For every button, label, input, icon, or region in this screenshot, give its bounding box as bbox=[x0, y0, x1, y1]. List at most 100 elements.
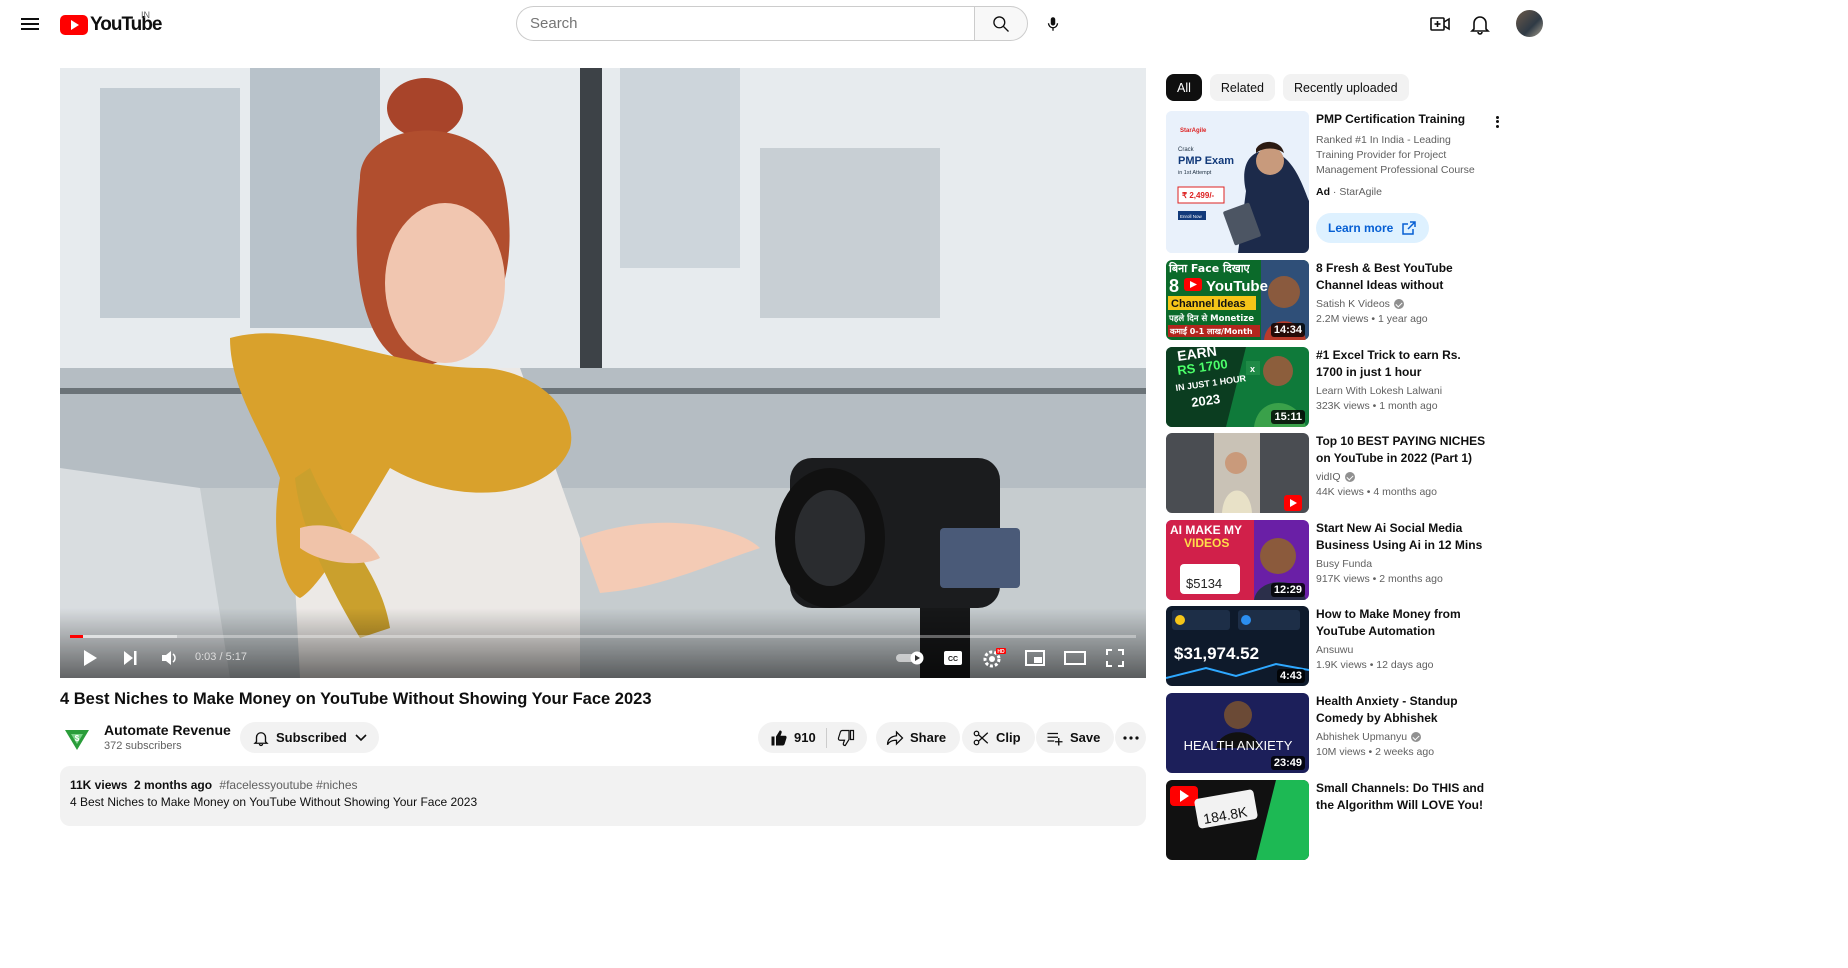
video-title[interactable]: Health Anxiety - Standup Comedy by Abhis… bbox=[1316, 693, 1488, 727]
clip-button[interactable]: Clip bbox=[962, 722, 1035, 753]
subscribed-button[interactable]: Subscribed bbox=[240, 722, 379, 753]
progress-played bbox=[70, 635, 83, 638]
more-actions-button[interactable] bbox=[1115, 722, 1146, 753]
video-title[interactable]: Start New Ai Social Media Business Using… bbox=[1316, 520, 1488, 554]
list-item[interactable]: बिना Face दिखाए 8 YouTube Channel Ideas … bbox=[1166, 260, 1506, 342]
captions-button[interactable]: CC bbox=[940, 644, 966, 672]
miniplayer-button[interactable] bbox=[1022, 644, 1048, 672]
save-button[interactable]: Save bbox=[1036, 722, 1115, 753]
channel-name[interactable]: Satish K Videos bbox=[1316, 298, 1390, 310]
theater-mode-icon bbox=[1064, 651, 1086, 665]
theater-mode-button[interactable] bbox=[1062, 644, 1088, 672]
video-frame bbox=[60, 68, 1146, 678]
ad-thumb-price: ₹ 2,499/- bbox=[1182, 191, 1215, 200]
settings-button[interactable]: HD bbox=[980, 644, 1008, 672]
next-button[interactable] bbox=[118, 644, 142, 672]
chip-related[interactable]: Related bbox=[1209, 74, 1275, 101]
hashtags[interactable]: #facelessyoutube #niches bbox=[219, 778, 357, 792]
channel-name[interactable]: Abhishek Upmanyu bbox=[1316, 731, 1407, 743]
subscribed-label: Subscribed bbox=[276, 730, 347, 745]
microphone-icon bbox=[1047, 17, 1059, 31]
ad-menu-icon[interactable] bbox=[1490, 113, 1504, 131]
video-meta: 10M views • 2 weeks ago bbox=[1316, 746, 1435, 758]
video-meta: 44K views • 4 months ago bbox=[1316, 486, 1437, 498]
video-thumbnail[interactable]: बिना Face दिखाए 8 YouTube Channel Ideas … bbox=[1166, 260, 1309, 340]
bell-icon bbox=[252, 729, 270, 747]
list-item[interactable]: x EARN RS 1700 IN JUST 1 HOUR 2023 15:11… bbox=[1166, 347, 1506, 429]
svg-text:CC: CC bbox=[948, 656, 958, 663]
video-duration: 14:34 bbox=[1270, 323, 1305, 337]
mute-button[interactable] bbox=[158, 644, 182, 672]
description-box[interactable]: 11K views 2 months ago #facelessyoutube … bbox=[60, 766, 1146, 826]
subscriber-count: 372 subscribers bbox=[104, 740, 182, 752]
video-thumbnail[interactable]: $31,974.52 4:43 bbox=[1166, 606, 1309, 686]
channel-name[interactable]: Learn With Lokesh Lalwani bbox=[1316, 385, 1442, 397]
list-item[interactable]: HEALTH ANXIETY 23:49 Health Anxiety - St… bbox=[1166, 693, 1506, 775]
notifications-button[interactable] bbox=[1468, 12, 1492, 36]
time-total: 5:17 bbox=[225, 651, 248, 663]
upload-age: 2 months ago bbox=[134, 778, 213, 792]
list-item[interactable]: $31,974.52 4:43 How to Make Money from Y… bbox=[1166, 606, 1506, 688]
save-playlist-icon bbox=[1046, 730, 1064, 746]
autoplay-toggle[interactable] bbox=[894, 644, 926, 672]
like-count[interactable]: 910 bbox=[794, 730, 816, 745]
video-title[interactable]: Small Channels: Do THIS and the Algorith… bbox=[1316, 780, 1488, 814]
list-item[interactable]: AI MAKE MY VIDEOS $5134 12:29 Start New … bbox=[1166, 520, 1506, 602]
search-input[interactable] bbox=[516, 6, 974, 41]
learn-more-button[interactable]: Learn more bbox=[1316, 213, 1430, 243]
like-button[interactable] bbox=[770, 729, 788, 747]
search-button[interactable] bbox=[974, 6, 1028, 41]
video-duration: 12:29 bbox=[1270, 583, 1305, 597]
channel-name[interactable]: Ansuwu bbox=[1316, 644, 1353, 656]
video-meta: 323K views • 1 month ago bbox=[1316, 400, 1438, 412]
fullscreen-button[interactable] bbox=[1102, 644, 1128, 672]
channel-name[interactable]: Busy Funda bbox=[1316, 558, 1372, 570]
dislike-button[interactable] bbox=[837, 729, 855, 747]
video-thumbnail[interactable]: HEALTH ANXIETY 23:49 bbox=[1166, 693, 1309, 773]
description-text: 4 Best Niches to Make Money on YouTube W… bbox=[70, 795, 478, 809]
list-item[interactable]: Top 10 BEST PAYING NICHES on YouTube in … bbox=[1166, 433, 1506, 515]
channel-avatar[interactable]: $ bbox=[61, 722, 93, 754]
channel-line: Learn With Lokesh Lalwani bbox=[1316, 385, 1442, 397]
ad-label: Ad bbox=[1316, 186, 1330, 198]
youtube-logo[interactable]: YouTube IN bbox=[60, 10, 162, 36]
video-thumbnail[interactable] bbox=[1166, 433, 1309, 513]
ad-thumb-line1: Crack bbox=[1178, 147, 1195, 153]
create-video-button[interactable] bbox=[1428, 12, 1452, 36]
list-item[interactable]: 184.8K Small Channels: Do THIS and the A… bbox=[1166, 780, 1506, 862]
ad-card[interactable]: StarAgile Crack PMP Exam in 1st Attempt … bbox=[1166, 111, 1506, 253]
voice-search-button[interactable] bbox=[1036, 7, 1070, 41]
verified-icon bbox=[1344, 472, 1355, 482]
chip-recently-uploaded[interactable]: Recently uploaded bbox=[1283, 74, 1409, 101]
channel-name[interactable]: vidIQ bbox=[1316, 471, 1341, 483]
video-title[interactable]: How to Make Money from YouTube Automatio… bbox=[1316, 606, 1488, 640]
video-title[interactable]: Top 10 BEST PAYING NICHES on YouTube in … bbox=[1316, 433, 1488, 467]
learn-more-label: Learn more bbox=[1328, 221, 1394, 235]
external-link-icon bbox=[1402, 221, 1417, 235]
skip-next-icon bbox=[124, 651, 137, 665]
avatar[interactable] bbox=[1516, 10, 1543, 37]
thumb-text: $5134 bbox=[1186, 576, 1222, 591]
ad-thumb-button: Enroll Now bbox=[1180, 214, 1203, 219]
video-duration: 15:11 bbox=[1271, 410, 1305, 424]
channel-name[interactable]: Automate Revenue bbox=[104, 722, 231, 738]
ad-title[interactable]: PMP Certification Training bbox=[1316, 111, 1488, 128]
progress-bar[interactable] bbox=[70, 635, 1136, 638]
thumb-text: 8 bbox=[1169, 276, 1179, 296]
chip-all[interactable]: All bbox=[1166, 74, 1202, 101]
thumbnail-art: 184.8K bbox=[1166, 780, 1309, 860]
play-button[interactable] bbox=[78, 644, 102, 672]
thumb-text: VIDEOS bbox=[1184, 536, 1229, 550]
share-button[interactable]: Share bbox=[876, 722, 961, 753]
menu-icon[interactable] bbox=[18, 12, 42, 36]
ad-thumbnail[interactable]: StarAgile Crack PMP Exam in 1st Attempt … bbox=[1166, 111, 1309, 253]
video-thumbnail[interactable]: 184.8K bbox=[1166, 780, 1309, 860]
video-title[interactable]: #1 Excel Trick to earn Rs. 1700 in just … bbox=[1316, 347, 1488, 381]
video-title[interactable]: 8 Fresh & Best YouTube Channel Ideas wit… bbox=[1316, 260, 1488, 294]
filter-chips: All Related Recently uploaded bbox=[1166, 74, 1409, 101]
fullscreen-icon bbox=[1106, 649, 1124, 667]
share-icon bbox=[886, 729, 904, 746]
video-player[interactable]: 0:03 / 5:17 CC HD bbox=[60, 68, 1146, 678]
video-thumbnail[interactable]: x EARN RS 1700 IN JUST 1 HOUR 2023 15:11 bbox=[1166, 347, 1309, 427]
video-thumbnail[interactable]: AI MAKE MY VIDEOS $5134 12:29 bbox=[1166, 520, 1309, 600]
